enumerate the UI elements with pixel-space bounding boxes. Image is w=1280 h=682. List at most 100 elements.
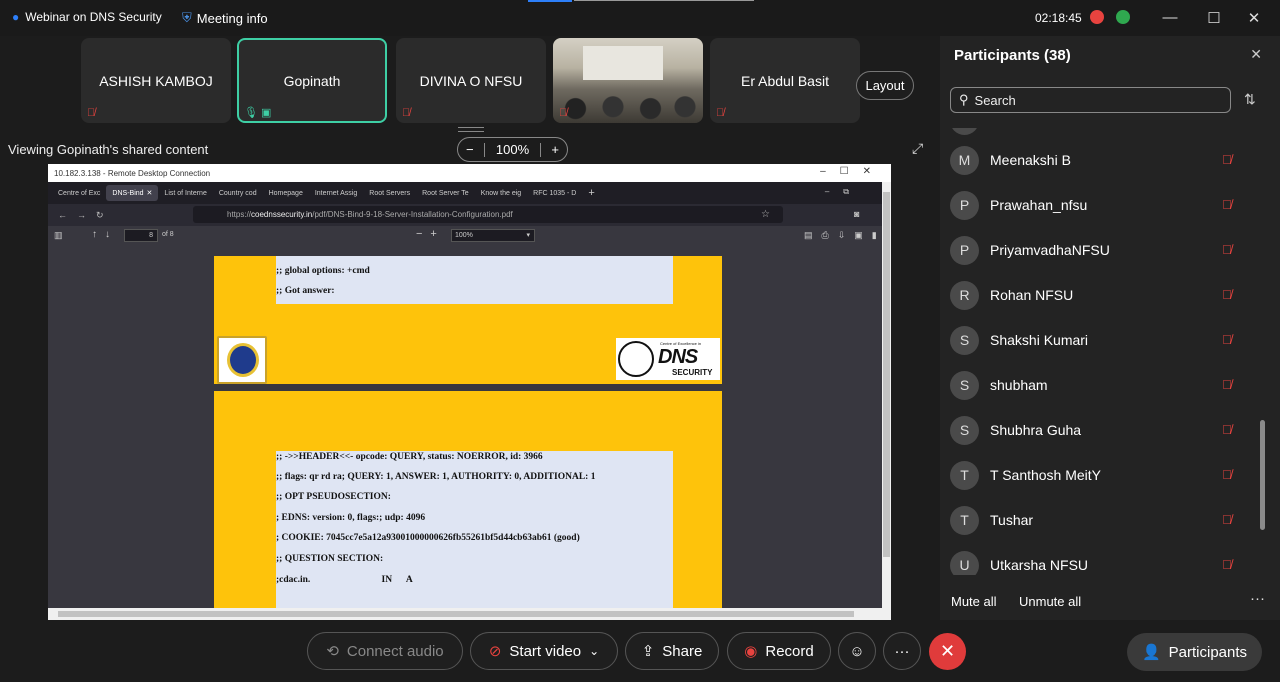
audio-icon: ⟲ (326, 643, 339, 660)
shared-content[interactable]: 10.182.3.138 - Remote Desktop Connection… (48, 164, 891, 620)
participant-name: Meenakshi B (990, 152, 1071, 168)
pdf-zoom-select[interactable]: 100% ▾ (451, 229, 535, 242)
pdf-text-block: ;; global options: +cmd ;; Got answer: (276, 256, 673, 304)
fullscreen-icon[interactable]: ⤢ (912, 140, 923, 157)
meeting-info-button[interactable]: ⛨ Meeting info (182, 10, 268, 26)
participant-video-thumbnail[interactable]: 🎙̸ (553, 38, 703, 123)
mic-muted-icon[interactable]: 🎙̸ (1222, 467, 1232, 482)
sidebar-toggle-icon[interactable]: ▥ (54, 230, 63, 241)
browser-tab[interactable]: Root Servers (363, 185, 416, 201)
browser-tab[interactable]: List of Interne (158, 185, 212, 201)
address-field[interactable]: https://coednssecurity.in/pdf/DNS-Bind-9… (193, 206, 783, 223)
mic-muted-icon[interactable]: 🎙̸ (1222, 152, 1232, 167)
mic-muted-icon[interactable]: 🎙̸ (1222, 512, 1232, 527)
recording-status-icon[interactable] (1090, 10, 1104, 24)
browser-nav-icons[interactable]: ←→↻ (58, 210, 114, 221)
close-tab-icon[interactable]: ✕ (147, 189, 153, 197)
browser-tab-active[interactable]: DNS-Bind ✕ (106, 185, 159, 201)
mic-muted-icon[interactable]: 🎙̸ (1222, 332, 1232, 347)
participant-list-scrollbar[interactable] (1260, 420, 1265, 530)
vertical-scrollbar[interactable] (882, 182, 891, 620)
mic-muted-icon[interactable]: 🎙̸ (1222, 287, 1232, 302)
end-call-button[interactable]: ✕ (929, 633, 966, 670)
participant-search-input[interactable]: ⚲ Search (950, 87, 1231, 113)
scroll-thumb[interactable] (58, 611, 854, 617)
list-item[interactable]: P Prawahan_nfsu 🎙̸ (950, 186, 1260, 226)
list-item[interactable]: T Tushar 🎙̸ (950, 501, 1260, 541)
browser-tab[interactable]: RFC 1035 - D (527, 185, 582, 201)
list-item[interactable]: U Utkarsha NFSU 🎙̸ (950, 546, 1260, 575)
pocket-icon[interactable]: ◙ (854, 209, 859, 219)
browser-tab[interactable]: Know the eig (475, 185, 527, 201)
participant-list[interactable]: M Meenakshi B 🎙̸ P Prawahan_nfsu 🎙̸ P Priyamv… (940, 128, 1270, 575)
list-item[interactable]: R Rohan NFSU 🎙̸ (950, 276, 1260, 316)
start-video-button[interactable]: ⊘ Start video ⌄ (470, 632, 618, 670)
unmute-all-button[interactable]: Unmute all (1019, 594, 1081, 609)
close-window-button[interactable]: ✕ (1244, 9, 1264, 27)
browser-tab[interactable]: Centre of Exc (52, 185, 106, 201)
browser-tab[interactable]: Internet Assig (309, 185, 363, 201)
rdp-window-controls[interactable]: –☐✕ (820, 166, 885, 177)
list-item[interactable]: M Meenakshi B 🎙̸ (950, 141, 1260, 181)
browser-tab[interactable]: Homepage (263, 185, 309, 201)
participant-name: Utkarsha NFSU (990, 557, 1089, 573)
pdf-viewport[interactable]: ;; global options: +cmd ;; Got answer: C… (48, 246, 882, 620)
resize-handle[interactable] (458, 127, 484, 132)
record-icon: ◉ (744, 643, 758, 660)
more-icon[interactable]: ··· (1250, 590, 1265, 607)
share-button[interactable]: ⇪ Share (625, 632, 719, 670)
pdf-zoom-buttons[interactable]: −+ (416, 228, 445, 240)
maximize-button[interactable]: ☐ (1204, 9, 1224, 27)
pdf-line: ;; ->>HEADER<<- opcode: QUERY, status: N… (276, 452, 543, 462)
record-button[interactable]: ◉ Record (727, 632, 831, 670)
tab-divider (574, 0, 754, 1)
viewing-label: Viewing Gopinath's shared content (8, 142, 209, 157)
layout-button[interactable]: Layout (856, 71, 914, 100)
mic-muted-icon[interactable]: 🎙̸ (1222, 242, 1232, 257)
list-item[interactable]: P PriyamvadhaNFSU 🎙̸ (950, 231, 1260, 271)
list-item[interactable]: S Shakshi Kumari 🎙̸ (950, 321, 1260, 361)
participant-thumbnail[interactable]: ASHISH KAMBOJ 🎙̸ (81, 38, 231, 123)
list-item[interactable]: S Shubhra Guha 🎙̸ (950, 411, 1260, 451)
participant-name: Prawahan_nfsu (990, 197, 1088, 213)
reactions-button[interactable]: ☺ (838, 632, 876, 670)
new-tab-icon[interactable]: + (588, 187, 594, 199)
minimize-button[interactable]: — (1160, 9, 1180, 26)
bookmark-star-icon[interactable]: ☆ (761, 209, 770, 220)
shield-icon: ⛨ (182, 10, 192, 25)
mic-muted-icon[interactable]: 🎙̸ (1222, 197, 1232, 212)
network-status-icon[interactable] (1116, 10, 1130, 24)
mic-muted-icon[interactable]: 🎙̸ (1222, 377, 1232, 392)
page-number-input[interactable]: 8 (124, 229, 158, 242)
participant-name: shubham (990, 377, 1048, 393)
pdf-line: ;cdac.in. IN A (276, 575, 413, 585)
participants-button[interactable]: 👤 Participants (1127, 633, 1262, 671)
zoom-in-button[interactable]: + (551, 142, 559, 157)
page-nav-icons[interactable]: ↑↓ (92, 229, 118, 240)
more-options-button[interactable]: ··· (883, 632, 921, 670)
mute-all-button[interactable]: Mute all (951, 594, 997, 609)
mic-muted-icon[interactable]: 🎙̸ (1222, 422, 1232, 437)
close-panel-icon[interactable]: ✕ (1250, 46, 1262, 63)
horizontal-scrollbar[interactable] (48, 608, 882, 620)
video-off-icon: ⊘ (488, 643, 502, 660)
browser-window-controls[interactable]: –⧉ (825, 187, 863, 197)
video-audience (553, 87, 703, 123)
chevron-down-icon[interactable]: ⌄ (589, 644, 599, 658)
pdf-line: ;; global options: +cmd (276, 266, 370, 276)
participant-thumbnail[interactable]: Er Abdul Basit 🎙̸ (710, 38, 860, 123)
participant-thumbnail-active[interactable]: Gopinath 🎙 ▣ (237, 38, 387, 123)
scroll-thumb[interactable] (883, 192, 890, 557)
browser-tab[interactable]: Country cod (213, 185, 263, 201)
participant-thumbnail[interactable]: DIVINA O NFSU 🎙̸ (396, 38, 546, 123)
zoom-out-button[interactable]: − (466, 142, 474, 157)
browser-tab[interactable]: Root Server Te (416, 185, 475, 201)
list-item[interactable] (950, 128, 1260, 141)
list-item[interactable]: Sshubham 🎙̸ (950, 366, 1260, 406)
pdf-tools-icons[interactable]: ▤⎙⇩▣▮ (804, 230, 886, 241)
mic-muted-icon[interactable]: 🎙̸ (1222, 557, 1232, 572)
sort-icon[interactable]: ⇅ (1244, 91, 1256, 108)
list-item[interactable]: T T Santhosh MeitY 🎙̸ (950, 456, 1260, 496)
connect-audio-button[interactable]: ⟲ Connect audio (307, 632, 463, 670)
avatar: P (950, 236, 979, 265)
